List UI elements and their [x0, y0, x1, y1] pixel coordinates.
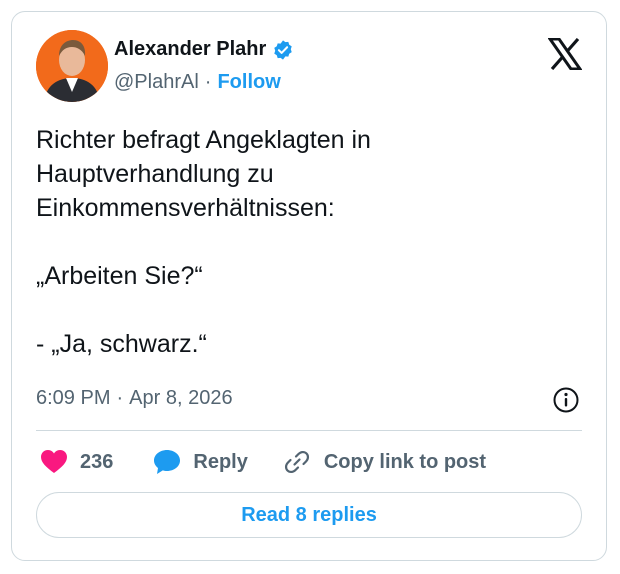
tweet-timestamp[interactable]: 6:09 PM · Apr 8, 2026 — [36, 387, 233, 410]
info-icon[interactable] — [552, 386, 580, 414]
copy-link-button[interactable]: Copy link to post — [282, 447, 486, 477]
verified-badge-icon — [274, 39, 293, 60]
read-replies-label: Read 8 replies — [241, 503, 377, 526]
follow-button[interactable]: Follow — [217, 71, 280, 94]
tweet-date[interactable]: Apr 8, 2026 — [129, 387, 232, 410]
link-icon — [284, 450, 309, 474]
heart-icon — [41, 450, 67, 473]
handle-separator: · — [204, 71, 212, 93]
reply-label: Reply — [193, 450, 248, 473]
timestamp-separator: · — [116, 387, 124, 409]
like-count: 236 — [80, 450, 114, 473]
author-handle-row: @PlahrAl · Follow — [114, 71, 281, 94]
author-name[interactable]: Alexander Plahr — [114, 38, 266, 61]
author-handle[interactable]: @PlahrAl — [114, 71, 199, 94]
author-name-row: Alexander Plahr — [114, 38, 294, 61]
reply-button[interactable]: Reply — [153, 449, 248, 475]
like-button[interactable]: 236 — [40, 449, 113, 475]
divider — [36, 430, 582, 431]
tweet-card: Alexander Plahr @PlahrAl · Follow Richte… — [11, 11, 607, 561]
tweet-text: Richter befragt Angeklagten in Hauptverh… — [36, 126, 371, 358]
read-replies-button[interactable]: Read 8 replies — [36, 492, 582, 538]
tweet-time[interactable]: 6:09 PM — [36, 387, 110, 410]
copy-link-label: Copy link to post — [323, 450, 487, 473]
avatar[interactable] — [36, 30, 108, 102]
speech-bubble-icon — [154, 450, 181, 474]
action-bar: 236 Reply Copy link to post — [40, 446, 486, 478]
avatar-photo — [36, 30, 108, 102]
x-logo-icon[interactable] — [548, 38, 582, 70]
